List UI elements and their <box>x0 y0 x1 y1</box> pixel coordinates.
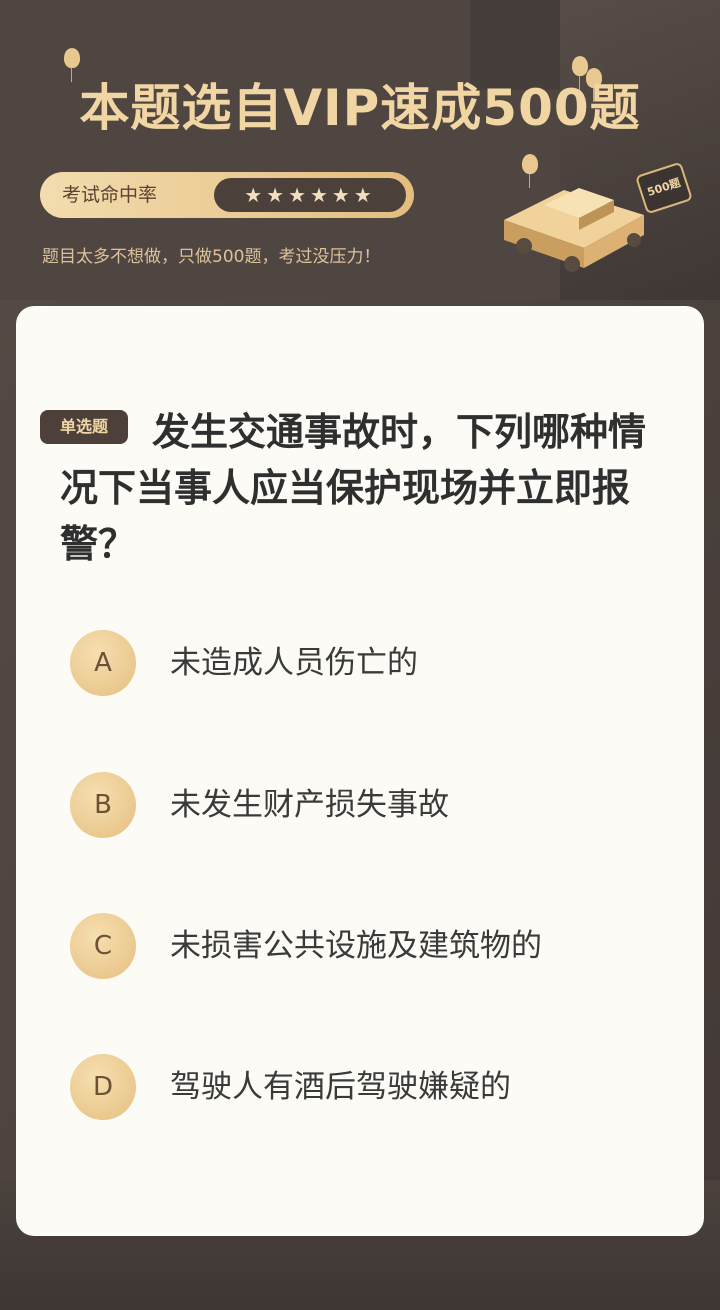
question-text: 发生交通事故时，下列哪种情况下当事人应当保护现场并立即报警？ <box>60 410 647 566</box>
option-b[interactable]: B 未发生财产损失事故 <box>70 772 670 838</box>
option-letter: A <box>70 630 136 696</box>
option-text: 未造成人员伤亡的 <box>170 645 418 681</box>
hit-rate-label: 考试命中率 <box>62 184 158 206</box>
option-text: 未发生财产损失事故 <box>170 787 449 823</box>
option-c[interactable]: C 未损害公共设施及建筑物的 <box>70 913 670 979</box>
option-text: 未损害公共设施及建筑物的 <box>170 928 542 964</box>
option-letter: C <box>70 913 136 979</box>
option-text: 驾驶人有酒后驾驶嫌疑的 <box>170 1069 511 1105</box>
option-a[interactable]: A 未造成人员伤亡的 <box>70 630 670 696</box>
promo-title: 本题选自VIP速成500题 <box>79 79 641 137</box>
option-d[interactable]: D 驾驶人有酒后驾驶嫌疑的 <box>70 1054 670 1120</box>
promo-tagline: 题目太多不想做，只做500题，考过没压力！ <box>42 247 381 267</box>
option-letter: D <box>70 1054 136 1120</box>
rating-stars: ★★★★★★ <box>214 178 406 212</box>
option-letter: B <box>70 772 136 838</box>
balloon-icon <box>64 48 80 82</box>
hit-rate-badge: 考试命中率 ★★★★★★ <box>40 172 414 218</box>
